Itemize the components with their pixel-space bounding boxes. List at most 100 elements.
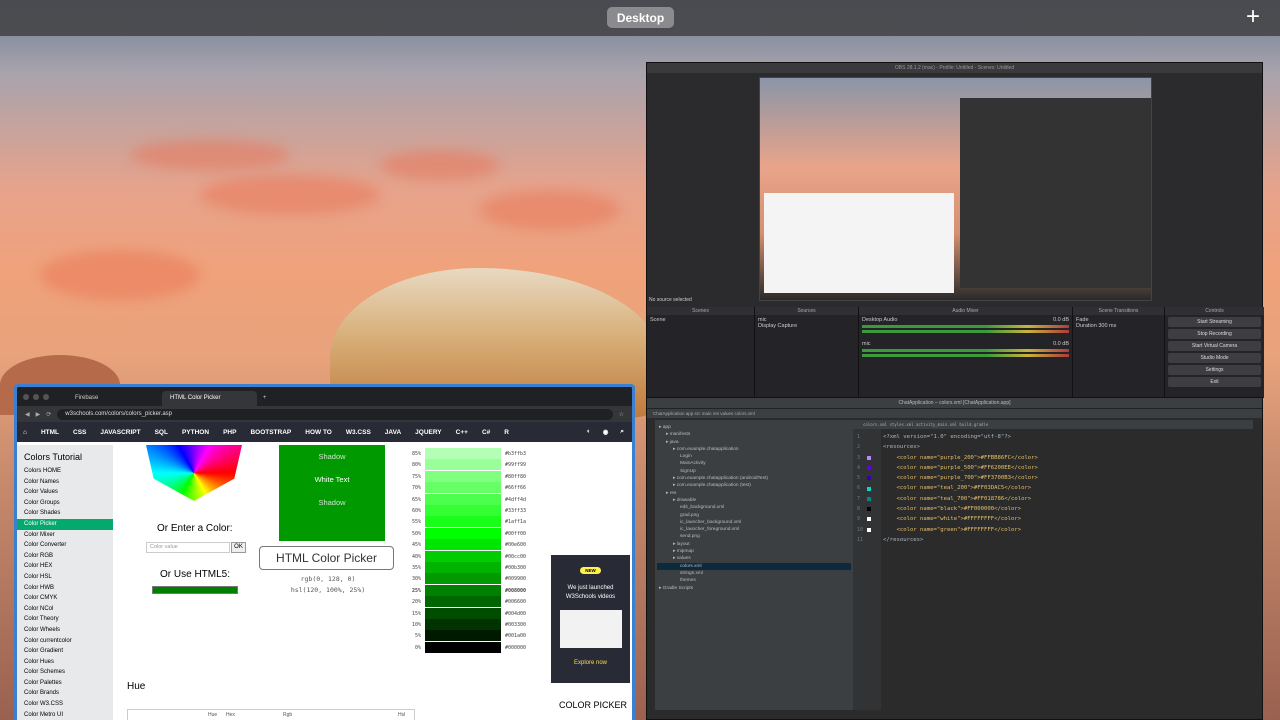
sidebar-item[interactable]: Color currentcolor	[17, 636, 113, 647]
tree-item[interactable]: edit_background.xml	[657, 504, 851, 511]
search-icon[interactable]: ⌕	[620, 428, 624, 436]
shade-swatch[interactable]	[425, 630, 501, 642]
shade-row[interactable]: 45% #00e600	[405, 539, 535, 551]
topnav-item[interactable]: BOOTSTRAP	[250, 429, 291, 436]
tree-item[interactable]: ▸ mipmap	[657, 548, 851, 555]
tree-item[interactable]: send.png	[657, 533, 851, 540]
tree-item[interactable]: Login	[657, 453, 851, 460]
shade-row[interactable]: 5% #001a00	[405, 630, 535, 642]
sidebar-item[interactable]: Color Hues	[17, 657, 113, 668]
tree-item[interactable]: ▸ java	[657, 439, 851, 446]
studio-mode-button[interactable]: Studio Mode	[1168, 353, 1261, 363]
code-editor[interactable]: colors.xml styles.xml activity_main.xml …	[853, 420, 1253, 710]
topnav-item[interactable]: CSS	[73, 429, 86, 436]
stop-recording-button[interactable]: Stop Recording	[1168, 329, 1261, 339]
tree-item[interactable]: ▸ com.example.chatapplication	[657, 446, 851, 453]
tree-item[interactable]: ▸ com.example.chatapplication (test)	[657, 482, 851, 489]
shade-swatch[interactable]	[425, 584, 501, 596]
sidebar-item[interactable]: Color NCol	[17, 604, 113, 615]
color-swatch-icon[interactable]	[867, 517, 871, 522]
tree-item[interactable]: ▸ res	[657, 490, 851, 497]
explore-now-link[interactable]: Explore now	[551, 660, 630, 666]
tree-item[interactable]: ▸ manifests	[657, 431, 851, 438]
shade-swatch[interactable]	[425, 470, 501, 482]
shade-swatch[interactable]	[425, 596, 501, 608]
code-line[interactable]: <color name="black">#FF000000</color>	[883, 504, 1038, 514]
tree-item[interactable]: themes	[657, 577, 851, 584]
code-text[interactable]: <?xml version="1.0" encoding="utf-8"?> <r…	[883, 432, 1038, 545]
code-line[interactable]: <?xml version="1.0" encoding="utf-8"?>	[883, 432, 1038, 442]
sidebar-item[interactable]: Color Converter	[17, 540, 113, 551]
color-swatch-icon[interactable]	[867, 507, 871, 512]
tree-item[interactable]: grad.png	[657, 512, 851, 519]
tree-item[interactable]: ▸ Gradle Scripts	[657, 585, 851, 592]
tree-item[interactable]: ▸ values	[657, 555, 851, 562]
virtual-camera-button[interactable]: Start Virtual Camera	[1168, 341, 1261, 351]
topnav-item[interactable]: HOW TO	[305, 429, 332, 436]
tab-color-picker[interactable]: HTML Color Picker	[162, 391, 257, 406]
w3-video-ad[interactable]: NEW We just launched W3Schools videos Ex…	[551, 555, 630, 683]
shade-row[interactable]: 0% #000000	[405, 641, 535, 653]
add-desktop-button[interactable]: +	[1246, 4, 1260, 30]
tab-firebase[interactable]: Firebase	[67, 391, 162, 406]
shade-row[interactable]: 35% #00b300	[405, 562, 535, 573]
shade-row[interactable]: 55% #1aff1a	[405, 516, 535, 528]
tree-item[interactable]: colors.xml	[657, 562, 851, 570]
shade-swatch[interactable]	[425, 619, 501, 630]
shade-row[interactable]: 15% #004d00	[405, 607, 535, 619]
topnav-item[interactable]: SQL	[155, 429, 168, 436]
globe-icon[interactable]: ◉	[603, 428, 609, 436]
shade-swatch[interactable]	[425, 641, 501, 653]
ok-button[interactable]: OK	[231, 542, 246, 553]
code-line[interactable]: <color name="purple_200">#FFBB86FC</colo…	[883, 453, 1037, 463]
color-swatch-icon[interactable]	[867, 486, 871, 491]
shade-row[interactable]: 30% #009900	[405, 573, 535, 585]
shade-row[interactable]: 50% #00ff00	[405, 527, 535, 539]
back-icon[interactable]: ◀	[25, 411, 30, 418]
forward-icon[interactable]: ▶	[36, 411, 41, 418]
sidebar-item[interactable]: Color Values	[17, 487, 113, 498]
sidebar-item[interactable]: Color CMYK	[17, 593, 113, 604]
color-swatch-icon[interactable]	[867, 476, 871, 481]
sidebar-item[interactable]: Color RGB	[17, 551, 113, 562]
color-swatch-icon[interactable]	[867, 455, 871, 460]
window-controls[interactable]	[23, 394, 49, 400]
desktop-space-button[interactable]: Desktop	[607, 7, 674, 28]
shade-swatch[interactable]	[425, 448, 501, 459]
editor-tabs[interactable]: colors.xml styles.xml activity_main.xml …	[853, 420, 1253, 429]
shade-swatch[interactable]	[425, 459, 501, 471]
sidebar-item[interactable]: Color Brands	[17, 688, 113, 699]
contrast-icon[interactable]: ◐	[587, 428, 591, 436]
topnav-item[interactable]: JAVASCRIPT	[100, 429, 140, 436]
exit-button[interactable]: Exit	[1168, 377, 1261, 387]
duration-input[interactable]: 300 ms	[1098, 323, 1116, 329]
android-studio-window[interactable]: ChatApplication – colors.xml [ChatApplic…	[646, 397, 1263, 720]
star-icon[interactable]: ☆	[619, 411, 624, 418]
shade-row[interactable]: 80% #99ff99	[405, 459, 535, 471]
sidebar-item[interactable]: Color HSL	[17, 572, 113, 583]
shade-swatch[interactable]	[425, 562, 501, 573]
code-line[interactable]: <color name="purple_500">#FF6200EE</colo…	[883, 463, 1037, 473]
topnav-item[interactable]: PYTHON	[182, 429, 209, 436]
shade-swatch[interactable]	[425, 539, 501, 551]
sidebar-item[interactable]: Color Mixer	[17, 530, 113, 541]
start-streaming-button[interactable]: Start Streaming	[1168, 317, 1261, 327]
shade-row[interactable]: 60% #33ff33	[405, 505, 535, 516]
shade-row[interactable]: 85% #b3ffb3	[405, 448, 535, 459]
code-line[interactable]: <color name="purple_700">#FF3700B3</colo…	[883, 473, 1037, 483]
sidebar-item[interactable]: Color Names	[17, 477, 113, 488]
color-swatch-icon[interactable]	[867, 465, 871, 470]
code-line[interactable]: </resources>	[883, 535, 1038, 545]
color-swatch-icon[interactable]	[867, 527, 871, 532]
tree-item[interactable]: ▸ com.example.chatapplication (androidTe…	[657, 475, 851, 482]
tree-item[interactable]: ic_launcher_background.xml	[657, 519, 851, 526]
tree-item[interactable]: strings.xml	[657, 570, 851, 577]
tree-item[interactable]: MainActivity	[657, 460, 851, 467]
shade-row[interactable]: 25% #008000	[405, 584, 535, 596]
topnav-item[interactable]: R	[504, 429, 509, 436]
tree-item[interactable]: SignUp	[657, 468, 851, 475]
color-swatch-icon[interactable]	[867, 496, 871, 501]
new-tab-button[interactable]: +	[257, 391, 273, 406]
tree-item[interactable]: ic_launcher_foreground.xml	[657, 526, 851, 533]
shade-row[interactable]: 75% #80ff80	[405, 470, 535, 482]
